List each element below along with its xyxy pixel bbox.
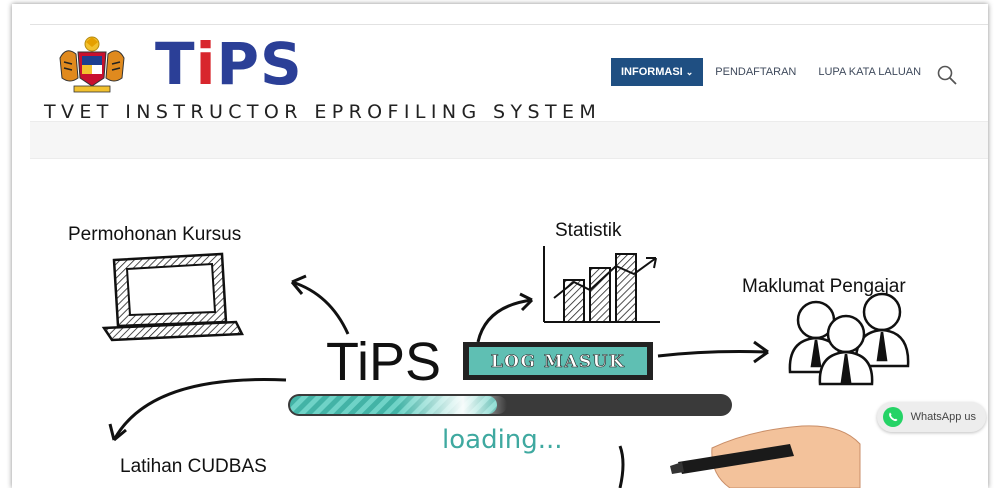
nav-item-pendaftaran[interactable]: PENDAFTARAN — [715, 66, 796, 78]
chevron-down-icon: ⌄ — [685, 67, 694, 77]
people-group-icon — [788, 292, 910, 386]
coat-of-arms-logo — [59, 36, 125, 93]
site-tagline: TVET INSTRUCTOR EPROFILING SYSTEM — [44, 101, 602, 123]
nav-item-lupa-kata-laluan[interactable]: LUPA KATA LALUAN — [818, 66, 921, 78]
nav-item-label: INFORMASI — [621, 66, 683, 78]
breadcrumb-bar — [30, 121, 988, 159]
whatsapp-label: WhatsApp us — [910, 411, 976, 423]
whatsapp-button[interactable]: WhatsApp us — [876, 402, 986, 432]
nav-item-informasi[interactable]: INFORMASI ⌄ — [611, 58, 704, 86]
search-icon[interactable] — [936, 64, 958, 86]
drawn-stroke — [618, 445, 625, 488]
statistics-chart-icon — [543, 246, 660, 323]
main-nav: INFORMASI ⌄ PENDAFTARAN LUPA KATA LALUAN — [611, 58, 943, 86]
label-statistik: Statistik — [555, 220, 622, 241]
label-latihan-cudbas: Latihan CUDBAS — [120, 456, 267, 477]
tips-logo[interactable]: TiPS — [155, 26, 303, 102]
hero-banner: Permohonan Kursus Statistik Maklumat Pen… — [68, 220, 910, 488]
log-masuk-button[interactable]: LOG MASUK — [463, 342, 653, 380]
loading-text: loading... — [442, 425, 563, 455]
arrow-to-maklumat — [657, 350, 769, 358]
hand-drawing-illustration — [670, 425, 861, 488]
arrow-to-latihan — [112, 378, 287, 441]
laptop-icon — [101, 252, 244, 342]
tips-wordmark: TiPS — [326, 332, 441, 392]
whatsapp-icon — [882, 407, 903, 427]
loading-progress-bar — [288, 394, 732, 416]
page-frame: TiPS TVET INSTRUCTOR EPROFILING SYSTEM I… — [12, 4, 988, 488]
log-masuk-label: LOG MASUK — [491, 352, 626, 372]
top-divider — [30, 24, 988, 25]
label-permohonan-kursus: Permohonan Kursus — [68, 224, 241, 245]
